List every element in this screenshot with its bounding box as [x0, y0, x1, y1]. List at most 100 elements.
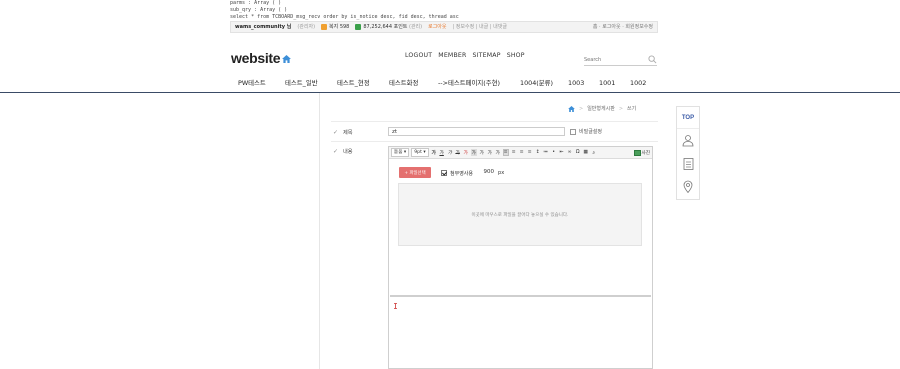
- breadcrumb-separator: >: [618, 105, 624, 112]
- top-nav: LOGOUT MEMBER SITEMAP SHOP: [405, 52, 525, 59]
- location-pin-icon[interactable]: [677, 175, 699, 198]
- debug-line-2: sub_qry : Array ( ): [230, 7, 288, 13]
- main-nav-item-normal[interactable]: 테스트_일반: [285, 78, 337, 87]
- house-icon: [282, 55, 292, 63]
- title-input[interactable]: zt: [388, 127, 565, 136]
- search-input[interactable]: [584, 55, 642, 64]
- find-icon[interactable]: ⌕: [591, 149, 597, 156]
- main-nav-item-juhyun[interactable]: -->테스트페이지(주현): [438, 78, 520, 87]
- content-label: ✓ 내용: [333, 148, 353, 155]
- floating-quick-menu: TOP: [676, 106, 700, 200]
- title-label: ✓ 제목: [333, 129, 353, 136]
- image-button[interactable]: 사진: [633, 149, 650, 156]
- left-sidebar: [231, 93, 320, 369]
- font-color-button[interactable]: 가: [463, 149, 469, 156]
- strike-button[interactable]: 가: [455, 149, 461, 156]
- search-box: [584, 55, 657, 66]
- file-select-button[interactable]: + 파일선택: [399, 167, 431, 178]
- site-logo[interactable]: website: [231, 50, 292, 66]
- ordered-list-button[interactable]: ≔: [543, 149, 549, 156]
- link-icon[interactable]: ∞: [567, 149, 573, 156]
- main-nav-item-1003[interactable]: 1003: [568, 79, 599, 87]
- image-icon: [633, 149, 641, 156]
- person-icon[interactable]: [677, 129, 699, 152]
- bold-button[interactable]: 가: [431, 149, 437, 156]
- rich-text-editor: 돋움 ▾ 9pt ▾ 가 가 가 가 가 가 가 가 가 ≡ ≡ ≡ ≡ ↕ ≔…: [388, 146, 653, 369]
- username: wams_community 님: [235, 24, 292, 30]
- title-label-text: 제목: [343, 130, 353, 136]
- resize-label: 첨부영사용: [450, 170, 474, 177]
- clear-format-button[interactable]: 가: [495, 149, 501, 156]
- text-cursor-icon: [393, 303, 398, 309]
- resize-width-input[interactable]: 900: [476, 168, 496, 178]
- align-left-button[interactable]: ≡: [502, 149, 509, 156]
- points-value: 복지 598: [329, 24, 350, 30]
- nav-member[interactable]: MEMBER: [438, 52, 466, 59]
- money-grade: (관리): [409, 24, 423, 30]
- main-nav-item-1004[interactable]: 1004(분류): [520, 78, 568, 87]
- editor-toolbar: 돋움 ▾ 9pt ▾ 가 가 가 가 가 가 가 가 가 ≡ ≡ ≡ ≡ ↕ ≔…: [389, 147, 652, 159]
- superscript-button[interactable]: 가: [479, 149, 485, 156]
- unordered-list-button[interactable]: •: [551, 149, 557, 156]
- nav-shop[interactable]: SHOP: [507, 52, 525, 59]
- main-nav-item-1002[interactable]: 1002: [630, 79, 650, 87]
- resize-unit: px: [498, 170, 505, 176]
- form-row-divider: [331, 121, 658, 122]
- secret-checkbox[interactable]: [570, 128, 576, 135]
- secret-option[interactable]: 비밀글설정: [570, 128, 602, 135]
- main-nav-item-1001[interactable]: 1001: [599, 79, 630, 87]
- file-dropzone[interactable]: 이곳에 마우스로 파일을 끌어다 놓으실 수 있습니다.: [398, 183, 642, 246]
- main-nav-item-hyunjung[interactable]: 테스트_현정: [337, 78, 389, 87]
- debug-line-3: select * from TCBOARD_msg_recv order by …: [230, 14, 459, 20]
- underline-button[interactable]: 가: [439, 149, 445, 156]
- money-value: 87,252,644 포인트: [363, 24, 408, 30]
- upload-panel: + 파일선택 첨부영사용 900 px 이곳에 마우스로 파일을 끌어다 놓으실…: [390, 159, 651, 297]
- logout-link[interactable]: 로그아웃: [428, 21, 446, 33]
- breadcrumb-write: 쓰기: [627, 106, 637, 112]
- align-center-button[interactable]: ≡: [511, 149, 517, 156]
- secret-label: 비밀글설정: [579, 129, 603, 135]
- debug-line-1: parms : Array ( ): [230, 0, 282, 6]
- user-info-bar: wams_community 님 (관리자) 복지 598 87,252,644…: [230, 21, 658, 33]
- resize-checkbox[interactable]: [441, 170, 447, 176]
- font-select-value: 돋움: [394, 150, 403, 155]
- points-info: 복지 598: [321, 21, 349, 33]
- breadcrumb: > 일반형게시판 > 쓰기: [568, 105, 636, 112]
- top-right-links[interactable]: 홈 · 로그아웃 · 회원정보수정: [593, 21, 653, 33]
- special-char-icon[interactable]: Ω: [575, 149, 581, 156]
- clipboard-icon[interactable]: [677, 152, 699, 175]
- align-justify-button[interactable]: ≡: [527, 149, 533, 156]
- nav-sitemap[interactable]: SITEMAP: [473, 52, 501, 59]
- main-nav-item-hwajung[interactable]: 테스트화정: [389, 78, 438, 87]
- line-height-button[interactable]: ↕: [535, 149, 541, 156]
- resize-option: 첨부영사용 900 px: [441, 168, 504, 178]
- content-label-text: 내용: [343, 149, 353, 155]
- align-right-button[interactable]: ≡: [519, 149, 525, 156]
- user-links[interactable]: | 정보수정 | 내글 | 내댓글: [453, 21, 507, 33]
- bg-color-button[interactable]: 가: [470, 149, 477, 156]
- home-icon[interactable]: [568, 105, 575, 112]
- nav-divider: [0, 92, 900, 93]
- subscript-button[interactable]: 가: [487, 149, 493, 156]
- debug-output: parms : Array ( ) sub_qry : Array ( ) sele…: [230, 0, 459, 21]
- main-nav: PW테스트 테스트_일반 테스트_현정 테스트화정 -->테스트페이지(주현) …: [238, 78, 650, 88]
- check-icon: ✓: [333, 148, 339, 155]
- italic-button[interactable]: 가: [447, 149, 453, 156]
- member-type: (관리자): [297, 24, 316, 30]
- breadcrumb-separator: >: [579, 105, 584, 112]
- money-icon: [355, 23, 362, 30]
- check-icon: ✓: [333, 129, 339, 136]
- size-select[interactable]: 9pt ▾: [411, 148, 429, 157]
- top-button[interactable]: TOP: [677, 107, 699, 129]
- money-info: 87,252,644 포인트 (관리): [355, 21, 422, 33]
- font-select[interactable]: 돋움 ▾: [391, 148, 410, 157]
- breadcrumb-board[interactable]: 일반형게시판: [587, 105, 615, 112]
- outdent-button[interactable]: ⇤: [559, 149, 565, 156]
- search-icon[interactable]: [648, 55, 657, 64]
- image-label: 사진: [641, 150, 650, 156]
- table-icon[interactable]: ▦: [583, 149, 589, 156]
- nav-logout[interactable]: LOGOUT: [405, 52, 432, 59]
- main-nav-item-pw[interactable]: PW테스트: [238, 78, 285, 87]
- form-row-divider: [331, 141, 658, 142]
- editor-content-area[interactable]: [393, 303, 398, 311]
